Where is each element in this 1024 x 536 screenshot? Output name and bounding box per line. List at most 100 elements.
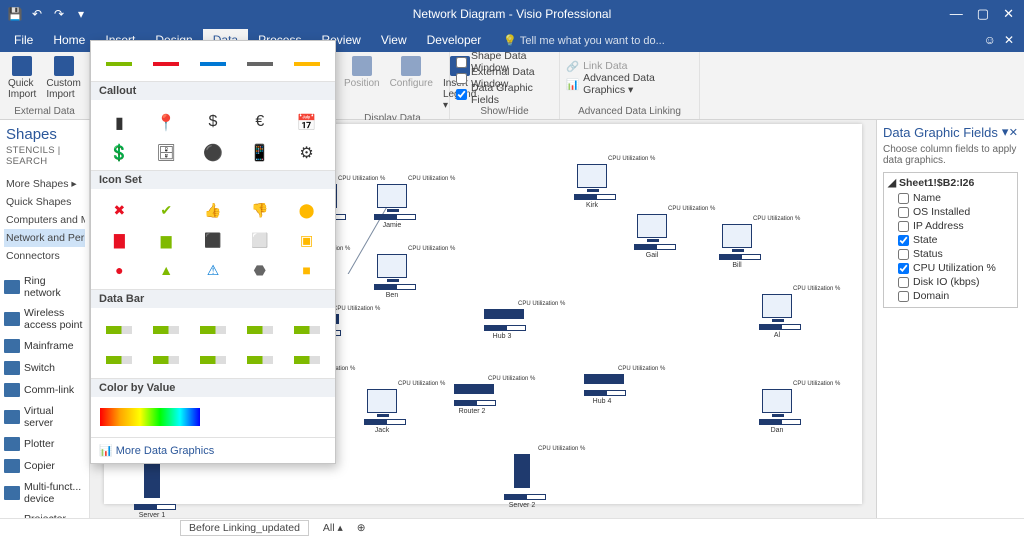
shapes-link[interactable]: Connectors [4, 247, 85, 265]
tab-developer[interactable]: Developer [417, 29, 492, 51]
shapes-subtabs[interactable]: STENCILS | SEARCH [4, 143, 85, 169]
graphic-option[interactable]: 📍 [146, 108, 187, 132]
graphic-option[interactable]: ✖ [99, 197, 140, 221]
graphic-option[interactable]: ⬛ [193, 227, 234, 251]
graphic-option[interactable] [239, 316, 280, 340]
shapes-link[interactable]: Quick Shapes [4, 193, 85, 211]
graphic-option[interactable]: 👎 [239, 197, 280, 221]
stencil-item[interactable]: Ring network [4, 271, 85, 303]
data-graphic-fields-check[interactable]: Data Graphic Fields [456, 86, 553, 102]
graphic-option[interactable]: ▣ [286, 227, 327, 251]
more-data-graphics[interactable]: 📊 More Data Graphics [91, 437, 335, 463]
node-server2[interactable]: CPU Utilization %Server 2 [504, 454, 540, 509]
graphic-option[interactable]: ⬣ [239, 257, 280, 281]
graphic-option[interactable] [146, 316, 187, 340]
close-icon[interactable]: ✕ [1003, 6, 1014, 22]
add-sheet-icon[interactable]: ⊕ [357, 522, 366, 534]
dgf-field[interactable]: Name [888, 191, 1013, 205]
shapes-link[interactable]: More Shapes ▸ [4, 175, 85, 193]
graphic-option[interactable]: 📱 [239, 138, 280, 162]
graphic-option[interactable]: € [239, 108, 280, 132]
graphic-option[interactable] [239, 346, 280, 370]
advanced-data-graphics-button[interactable]: 📊 Advanced Data Graphics ▾ [566, 76, 693, 92]
node-bill[interactable]: CPU Utilization %Bill [719, 224, 755, 269]
stencil-item[interactable]: Virtual server [4, 401, 85, 433]
graphic-option[interactable]: 💲 [99, 138, 140, 162]
node-ben[interactable]: CPU Utilization %Ben [374, 254, 410, 299]
graphic-option[interactable]: ⬜ [239, 227, 280, 251]
node-server1[interactable]: CPU Utilization %Server 1 [134, 464, 170, 518]
graphic-option[interactable] [286, 49, 327, 73]
graphic-option[interactable]: ▲ [146, 257, 187, 281]
graphic-option[interactable] [99, 49, 140, 73]
account-face-icon[interactable]: ☺ [984, 33, 996, 47]
stencil-item[interactable]: Comm-link [4, 379, 85, 401]
node-hub4[interactable]: CPU Utilization %Hub 4 [584, 374, 620, 405]
graphic-option[interactable] [99, 316, 140, 340]
tab-home[interactable]: Home [43, 29, 95, 51]
graphic-option[interactable]: ▮ [99, 108, 140, 132]
graphic-option[interactable]: ⚠ [193, 257, 234, 281]
stencil-item[interactable]: Copier [4, 455, 85, 477]
ribbon-close-icon[interactable]: ✕ [1004, 33, 1014, 47]
graphic-option[interactable]: 🗄 [146, 138, 187, 162]
tab-view[interactable]: View [371, 29, 417, 51]
graphic-option[interactable]: 👍 [193, 197, 234, 221]
position-button[interactable]: Position [342, 54, 382, 91]
graphic-option[interactable] [146, 49, 187, 73]
minimize-icon[interactable]: — [950, 6, 963, 22]
quick-import-button[interactable]: Quick Import [6, 54, 38, 102]
tab-file[interactable]: File [4, 29, 43, 51]
data-graphics-gallery[interactable]: Callout ▮📍$€📅💲🗄⚫📱⚙ Icon Set ✖✔👍👎⬤▇▆⬛⬜▣●▲… [90, 40, 336, 464]
stencil-item[interactable]: Wireless access point [4, 303, 85, 335]
graphic-option[interactable]: ⚙ [286, 138, 327, 162]
graphic-option[interactable]: ● [99, 257, 140, 281]
undo-icon[interactable]: ↶ [30, 7, 44, 21]
all-sheets[interactable]: All ▴ [323, 522, 343, 534]
graphic-option[interactable]: ⬤ [286, 197, 327, 221]
configure-button[interactable]: Configure [388, 54, 435, 91]
qat-more-icon[interactable]: ▾ [74, 7, 88, 21]
node-al[interactable]: CPU Utilization %Al [759, 294, 795, 339]
dgf-field[interactable]: Disk IO (kbps) [888, 275, 1013, 289]
node-jamie[interactable]: CPU Utilization %Jamie [374, 184, 410, 229]
stencil-item[interactable]: Switch [4, 357, 85, 379]
dgf-field[interactable]: State [888, 233, 1013, 247]
graphic-option[interactable] [146, 346, 187, 370]
stencil-item[interactable]: Plotter [4, 433, 85, 455]
maximize-icon[interactable]: ▢ [977, 6, 989, 22]
graphic-option[interactable]: 📅 [286, 108, 327, 132]
graphic-option[interactable] [286, 346, 327, 370]
graphic-option[interactable]: ▆ [146, 227, 187, 251]
graphic-option[interactable] [193, 346, 234, 370]
dgf-dropdown-icon[interactable]: ▾ [1002, 124, 1009, 140]
graphic-option[interactable] [193, 316, 234, 340]
node-hub3[interactable]: CPU Utilization %Hub 3 [484, 309, 520, 340]
dgf-field[interactable]: Status [888, 247, 1013, 261]
graphic-option[interactable] [239, 49, 280, 73]
node-dan[interactable]: CPU Utilization %Dan [759, 389, 795, 434]
graphic-option[interactable]: ■ [286, 257, 327, 281]
save-icon[interactable]: 💾 [8, 7, 22, 21]
graphic-option[interactable]: ✔ [146, 197, 187, 221]
redo-icon[interactable]: ↷ [52, 7, 66, 21]
graphic-option[interactable]: $ [193, 108, 234, 132]
dgf-root[interactable]: ◢ Sheet1!$B2:I26 [888, 177, 1013, 189]
link-data-button[interactable]: 🔗 Link Data [566, 58, 627, 74]
node-gail[interactable]: CPU Utilization %Gail [634, 214, 670, 259]
stencil-item[interactable]: Projector Screen [4, 509, 85, 518]
sheet-tab[interactable]: Before Linking_updated [180, 520, 309, 536]
shapes-link[interactable]: Network and Peripherals [4, 229, 85, 247]
dgf-field[interactable]: CPU Utilization % [888, 261, 1013, 275]
node-router2[interactable]: CPU Utilization %Router 2 [454, 384, 490, 415]
graphic-option[interactable] [286, 316, 327, 340]
graphic-option[interactable] [99, 346, 140, 370]
stencil-item[interactable]: Multi-funct... device [4, 477, 85, 509]
shapes-link[interactable]: Computers and Monitors [4, 211, 85, 229]
dgf-close-icon[interactable]: ✕ [1009, 126, 1018, 139]
custom-import-button[interactable]: Custom Import [44, 54, 82, 102]
graphic-option[interactable] [193, 49, 234, 73]
dgf-field[interactable]: Domain [888, 289, 1013, 303]
stencil-item[interactable]: Mainframe [4, 335, 85, 357]
dgf-field[interactable]: IP Address [888, 219, 1013, 233]
